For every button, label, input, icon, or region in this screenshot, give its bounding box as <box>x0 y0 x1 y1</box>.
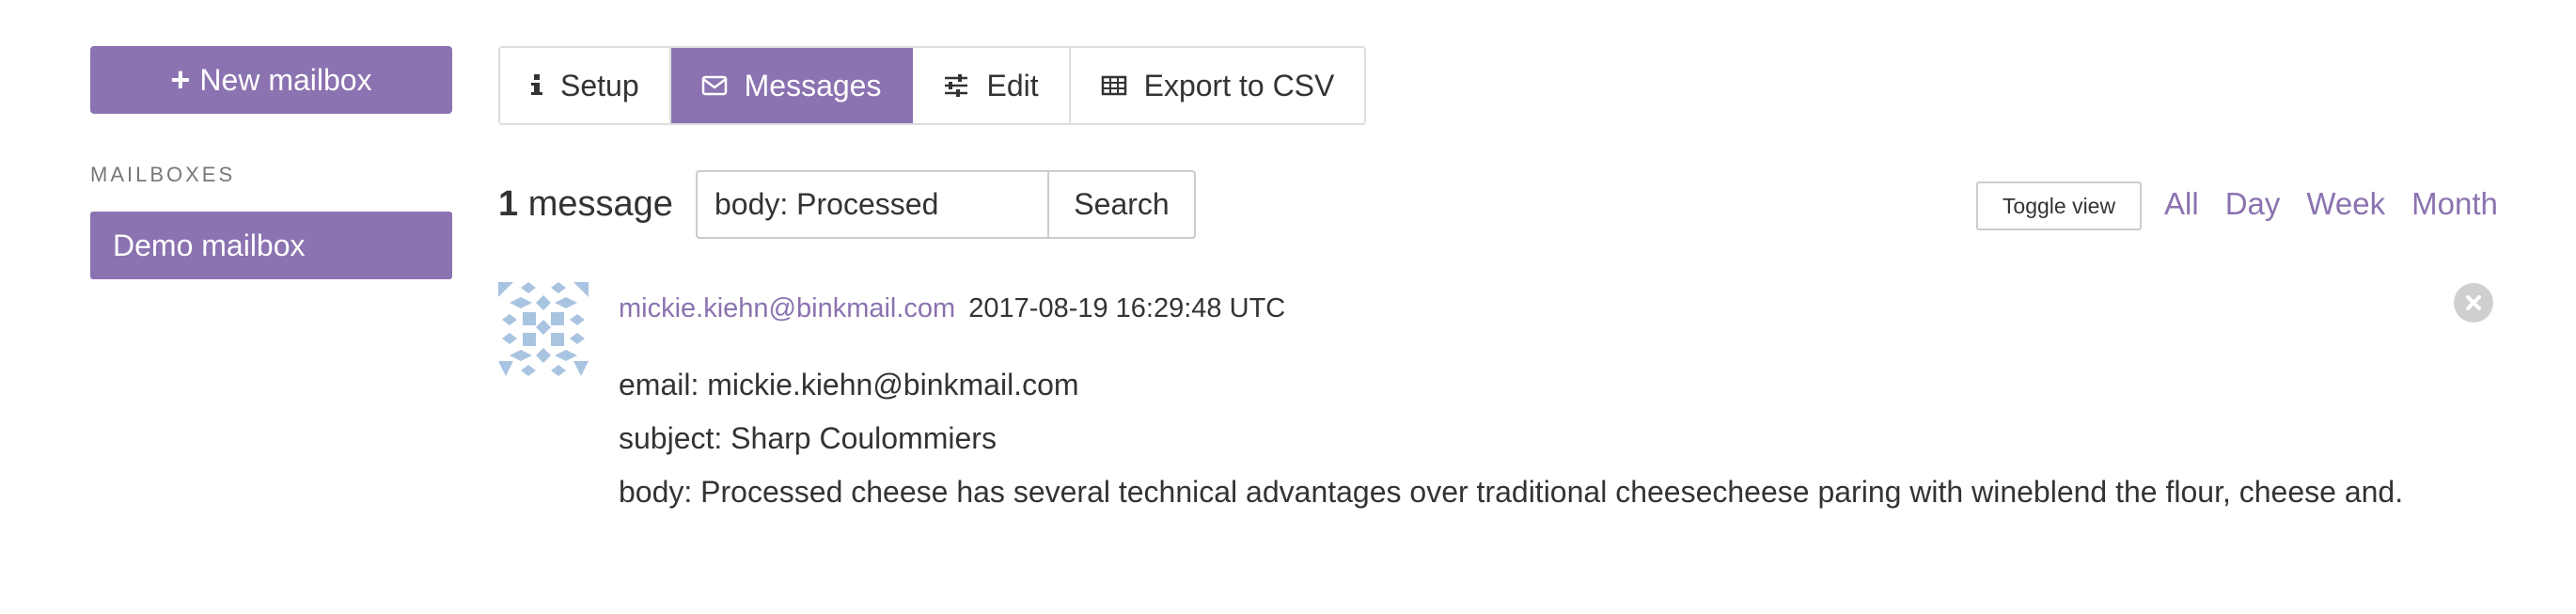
message-count-label: message <box>527 184 673 224</box>
message-date: 2017-08-19 16:29:48 UTC <box>968 293 1286 323</box>
avatar <box>498 282 589 376</box>
search-group: Search <box>696 170 1196 239</box>
message-header: mickie.kiehn@binkmail.com 2017-08-19 16:… <box>619 293 1285 324</box>
info-icon <box>530 73 543 98</box>
close-icon <box>2466 295 2481 310</box>
sidebar-item-label: Demo mailbox <box>113 228 306 262</box>
plus-icon: + <box>170 60 191 99</box>
sliders-icon <box>943 74 969 97</box>
range-day-link[interactable]: Day <box>2225 186 2281 222</box>
range-month-link[interactable]: Month <box>2411 186 2498 222</box>
toggle-view-button[interactable]: Toggle view <box>1976 181 2142 230</box>
message-body: email: mickie.kiehn@binkmail.com subject… <box>619 362 2405 523</box>
message-email-line: email: mickie.kiehn@binkmail.com <box>619 368 1079 401</box>
delete-message-button[interactable] <box>2454 283 2493 323</box>
search-button[interactable]: Search <box>1047 170 1196 239</box>
tab-label: Messages <box>744 68 882 102</box>
tab-export-csv[interactable]: Export to CSV <box>1070 48 1365 123</box>
tab-label: Export to CSV <box>1143 68 1335 102</box>
range-week-link[interactable]: Week <box>2306 186 2385 222</box>
date-range-links: All Day Week Month <box>2164 186 2498 222</box>
tab-messages[interactable]: Messages <box>670 48 914 123</box>
sidebar-item-demo-mailbox[interactable]: Demo mailbox <box>90 212 452 279</box>
mailbox-tabs: Setup Messages Edit Export to CSV <box>498 46 1367 125</box>
search-input[interactable] <box>696 170 1047 239</box>
mailboxes-heading: MAILBOXES <box>90 163 236 186</box>
message-subject-line: subject: Sharp Coulommiers <box>619 421 997 455</box>
tab-label: Edit <box>986 68 1039 102</box>
message-count: 1 message <box>498 184 673 225</box>
message-from-link[interactable]: mickie.kiehn@binkmail.com <box>619 293 955 323</box>
new-mailbox-button[interactable]: + New mailbox <box>90 46 452 114</box>
tab-setup[interactable]: Setup <box>500 48 671 123</box>
message-count-number: 1 <box>498 184 519 224</box>
tab-edit[interactable]: Edit <box>913 48 1071 123</box>
table-icon <box>1101 75 1127 96</box>
range-all-link[interactable]: All <box>2164 186 2199 222</box>
envelope-icon <box>701 75 728 96</box>
message-body-line: body: Processed cheese has several techn… <box>619 475 2404 509</box>
new-mailbox-label: New mailbox <box>199 62 372 97</box>
tab-label: Setup <box>560 68 639 102</box>
sidebar: + New mailbox MAILBOXES Demo mailbox <box>90 46 452 279</box>
